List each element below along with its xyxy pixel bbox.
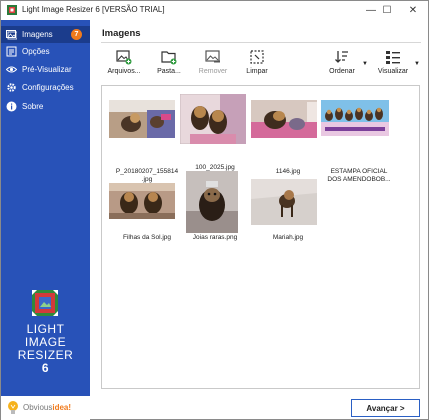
image-item[interactable]: Mariah.jpg bbox=[248, 177, 328, 243]
image-thumbnail bbox=[180, 94, 246, 144]
next-button[interactable]: Avançar > bbox=[351, 399, 420, 417]
image-item[interactable]: ESTAMPA OFICIAL DOS AMENDOBOB... bbox=[319, 98, 399, 183]
brand-name-line3: RESIZER bbox=[17, 348, 74, 362]
brand-name-line2: IMAGE bbox=[24, 335, 67, 349]
image-filename: ESTAMPA OFICIAL DOS AMENDOBOB... bbox=[327, 168, 391, 183]
remove-button[interactable]: Remover bbox=[197, 49, 229, 79]
remove-image-icon bbox=[205, 50, 220, 63]
sort-button[interactable]: Ordenar bbox=[328, 49, 356, 79]
close-button[interactable]: ✕ bbox=[398, 1, 428, 19]
sidebar-item-label: Imagens bbox=[22, 30, 53, 39]
sidebar-item-label: Configurações bbox=[22, 83, 74, 92]
brand-name-line1: LIGHT bbox=[26, 322, 65, 336]
lightbulb-icon bbox=[8, 401, 18, 414]
sidebar-item-about[interactable]: Sobre bbox=[1, 98, 90, 115]
app-icon bbox=[7, 5, 17, 15]
view-list-icon bbox=[386, 51, 400, 64]
obviousidea-logo[interactable]: Obviousidea! bbox=[1, 396, 90, 420]
options-icon bbox=[6, 46, 17, 57]
add-files-button[interactable]: Arquivos... bbox=[105, 49, 143, 79]
sidebar: Imagens 7 Opções Pré-Visualizar Configur… bbox=[1, 20, 90, 400]
gear-icon bbox=[6, 82, 17, 93]
image-item[interactable]: Joias raras.png bbox=[175, 171, 255, 243]
image-thumbnail bbox=[109, 100, 175, 138]
company-name: Obviousidea! bbox=[23, 403, 71, 412]
image-count-badge: 7 bbox=[71, 29, 82, 40]
add-files-label: Arquivos... bbox=[107, 68, 141, 75]
image-thumbnail bbox=[251, 100, 317, 138]
image-item[interactable]: 100_2025.jpg bbox=[175, 94, 255, 178]
clear-label: Limpar bbox=[246, 68, 268, 75]
add-folder-label: Pasta... bbox=[157, 68, 181, 75]
sidebar-item-label: Pré-Visualizar bbox=[22, 65, 72, 74]
image-filename: Mariah.jpg bbox=[272, 234, 304, 241]
add-folder-button[interactable]: Pasta... bbox=[152, 49, 186, 79]
add-folder-icon bbox=[161, 51, 177, 65]
close-icon: ✕ bbox=[408, 4, 418, 16]
window-title: Light Image Resizer 6 [VERSÃO TRIAL] bbox=[22, 5, 165, 14]
clear-button[interactable]: Limpar bbox=[244, 49, 270, 79]
maximize-icon: ☐ bbox=[382, 4, 392, 16]
sidebar-item-preview[interactable]: Pré-Visualizar bbox=[1, 61, 90, 78]
sidebar-item-images[interactable]: Imagens 7 bbox=[1, 26, 90, 43]
company-name-accent: idea! bbox=[52, 403, 72, 412]
page-title: Imagens bbox=[102, 28, 141, 39]
image-filename: 1146.jpg bbox=[275, 168, 301, 175]
remove-label: Remover bbox=[198, 68, 228, 75]
view-button[interactable]: Visualizar bbox=[376, 49, 410, 79]
sort-dropdown-arrow-icon[interactable]: ▼ bbox=[362, 61, 368, 67]
add-image-icon bbox=[116, 50, 132, 65]
image-thumbnail bbox=[109, 183, 175, 219]
eye-icon bbox=[6, 64, 17, 75]
brand-version: 6 bbox=[41, 361, 50, 375]
sidebar-item-options[interactable]: Opções bbox=[1, 43, 90, 60]
sort-label: Ordenar bbox=[329, 68, 355, 75]
sidebar-item-label: Sobre bbox=[22, 102, 44, 111]
image-list-panel[interactable]: P_20180207_155814 .jpg 100_2025.jpg 1146… bbox=[101, 85, 420, 389]
image-thumbnail bbox=[186, 171, 238, 233]
light-image-resizer-logo bbox=[32, 290, 58, 316]
view-label: Visualizar bbox=[377, 68, 409, 75]
image-thumbnail bbox=[251, 179, 317, 225]
header-divider bbox=[101, 42, 421, 43]
image-item[interactable]: 1146.jpg bbox=[248, 98, 328, 178]
info-icon bbox=[6, 101, 17, 112]
company-name-prefix: Obvious bbox=[23, 403, 53, 412]
clear-icon bbox=[250, 50, 264, 64]
image-filename: Joias raras.png bbox=[192, 234, 238, 241]
sidebar-item-settings[interactable]: Configurações bbox=[1, 79, 90, 96]
app-window: Light Image Resizer 6 [VERSÃO TRIAL] — ☐… bbox=[0, 0, 429, 420]
sort-icon bbox=[335, 51, 348, 63]
image-thumbnail bbox=[321, 100, 389, 136]
images-icon bbox=[6, 29, 17, 40]
view-dropdown-arrow-icon[interactable]: ▼ bbox=[414, 61, 420, 67]
title-bar: Light Image Resizer 6 [VERSÃO TRIAL] — ☐… bbox=[1, 1, 428, 19]
sidebar-item-label: Opções bbox=[22, 47, 50, 56]
